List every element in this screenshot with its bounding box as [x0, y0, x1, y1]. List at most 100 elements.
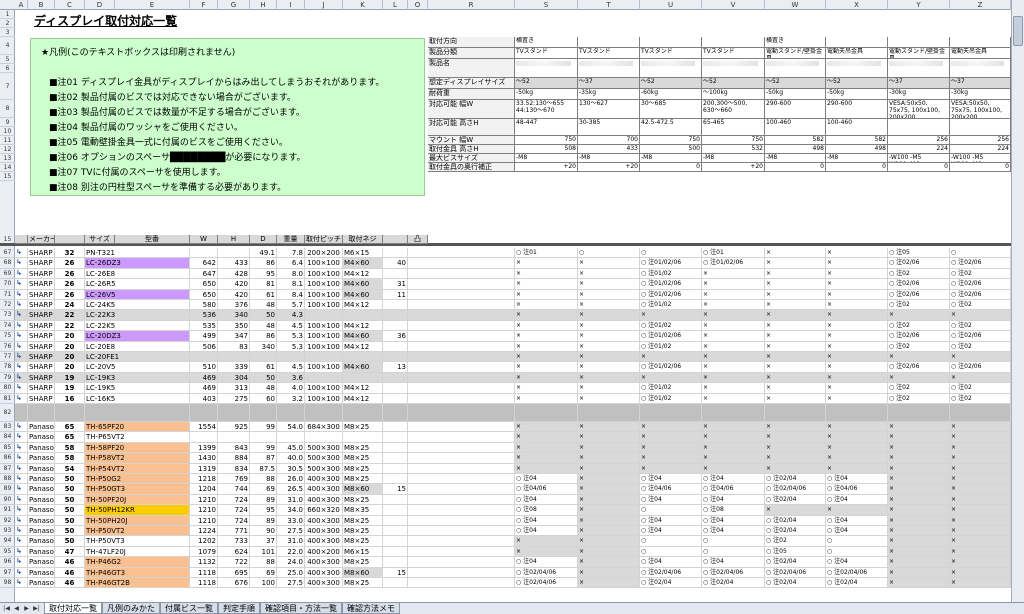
cell-blank[interactable] [408, 432, 515, 443]
cell-o[interactable]: 31 [383, 279, 408, 290]
compat-mark[interactable]: ○ 注01/02/06 [640, 289, 702, 300]
cell-model[interactable]: TH-50PH20J [85, 515, 190, 526]
row-filter-icon[interactable]: ↳ [15, 474, 28, 485]
cell-wt[interactable]: 24.0 [277, 557, 305, 568]
compat-mark[interactable]: ○ 注02/04/06 [515, 567, 578, 578]
compat-mark[interactable]: × [515, 453, 578, 464]
cell-model[interactable]: TH-58PF20 [85, 442, 190, 454]
cell-screw[interactable] [343, 404, 383, 422]
row-filter-icon[interactable]: ↳ [15, 453, 28, 464]
compat-mark[interactable]: × [826, 289, 888, 300]
compat-mark[interactable]: ○ 注02/06 [888, 289, 950, 300]
compat-mark[interactable]: × [702, 422, 765, 433]
compat-mark[interactable]: × [578, 432, 640, 443]
cell-h[interactable]: 83 [218, 341, 250, 352]
cell-screw[interactable]: M8×25 [343, 463, 383, 474]
compat-mark[interactable]: ○ 注02 [888, 320, 950, 332]
cell-blank[interactable] [408, 310, 515, 321]
compat-mark[interactable]: ○ 注02 [888, 300, 950, 311]
compat-mark[interactable]: × [640, 463, 702, 474]
cell-screw[interactable]: M8×25 [343, 442, 383, 454]
cell-wt[interactable]: 22.0 [277, 546, 305, 558]
cell-d[interactable]: 60 [250, 393, 277, 404]
compat-mark[interactable]: × [888, 484, 950, 495]
cell-screw[interactable]: M4×12 [343, 383, 383, 394]
cell-pitch[interactable] [305, 404, 343, 422]
cell-maker[interactable]: Panasonic [28, 546, 55, 558]
compat-mark[interactable]: ○ 注02/04 [826, 578, 888, 589]
row-number[interactable]: 78 [0, 362, 15, 373]
compat-mark[interactable]: × [578, 557, 640, 568]
compat-mark[interactable]: × [578, 279, 640, 290]
row-number[interactable]: 95 [0, 547, 15, 558]
row-filter-icon[interactable]: ↳ [15, 268, 28, 280]
row-number[interactable]: 3 [0, 28, 15, 37]
compat-mark[interactable]: ○ 注02/04 [765, 578, 826, 589]
cell-blank[interactable] [408, 258, 515, 269]
cell-w[interactable] [190, 352, 218, 363]
compat-mark[interactable]: ○ 注02/04/06 [640, 567, 702, 578]
cell-blank[interactable] [408, 372, 515, 384]
cell-maker[interactable]: SHARP [28, 258, 55, 269]
cell-screw[interactable]: M8×25 [343, 422, 383, 433]
cell-w[interactable] [190, 432, 218, 443]
row-filter-icon[interactable]: ↳ [15, 422, 28, 433]
compat-mark[interactable]: ○ 注02/04 [640, 578, 702, 589]
cell-size[interactable]: 20 [55, 352, 85, 363]
cell-screw[interactable]: M8×25 [343, 515, 383, 526]
cell-screw[interactable]: M8×60 [343, 567, 383, 578]
compat-mark[interactable]: × [765, 383, 826, 394]
compat-mark[interactable]: × [888, 578, 950, 589]
compat-mark[interactable]: ○ 注02/04 [765, 474, 826, 485]
compat-mark[interactable]: ○ 注05 [765, 546, 826, 558]
row-number[interactable]: 93 [0, 526, 15, 537]
compat-mark[interactable]: × [765, 463, 826, 474]
compat-mark[interactable]: × [826, 442, 888, 454]
compat-mark[interactable]: ○ 注01/02 [640, 300, 702, 311]
compat-mark[interactable]: ○ 注04 [702, 526, 765, 537]
compat-mark[interactable]: × [888, 352, 950, 363]
cell-o[interactable] [383, 505, 408, 516]
compat-mark[interactable]: ○ 注04 [640, 557, 702, 568]
row-number[interactable]: 5 [0, 55, 15, 64]
compat-mark[interactable]: ○ 注08 [702, 505, 765, 516]
cell-blank[interactable] [408, 341, 515, 352]
cell-o[interactable] [383, 463, 408, 474]
row-filter-icon[interactable]: ↳ [15, 463, 28, 474]
cell-screw[interactable]: M4×60 [343, 258, 383, 269]
compat-mark[interactable]: × [515, 536, 578, 547]
cell-pitch[interactable]: 400×300 [305, 557, 343, 568]
compat-mark[interactable]: × [888, 515, 950, 526]
cell-wt[interactable]: 8.0 [277, 268, 305, 280]
compat-mark[interactable]: ○ 注01/02 [640, 268, 702, 280]
cell-o[interactable] [383, 404, 408, 422]
row-filter-icon[interactable]: ↳ [15, 320, 28, 332]
compat-mark[interactable]: ○ 注02/06 [950, 258, 1011, 269]
compat-mark[interactable]: ○ 注02/04 [702, 578, 765, 589]
compat-mark[interactable]: × [950, 432, 1011, 443]
cell-pitch[interactable]: 100×100 [305, 331, 343, 342]
compat-mark[interactable]: ○ 注02/04/06 [765, 567, 826, 578]
cell-model[interactable] [85, 404, 190, 422]
cell-h[interactable]: 724 [218, 494, 250, 506]
cell-model[interactable]: LC-20FE1 [85, 352, 190, 363]
row-filter-icon[interactable]: ↳ [15, 341, 28, 352]
row-number[interactable]: 85 [0, 443, 15, 454]
compat-mark[interactable]: × [578, 372, 640, 384]
compat-mark[interactable]: × [888, 432, 950, 443]
cell-size[interactable]: 16 [55, 393, 85, 404]
compat-mark[interactable]: ○ [640, 546, 702, 558]
cell-pitch[interactable] [305, 352, 343, 363]
compat-mark[interactable]: × [950, 505, 1011, 516]
cell-maker[interactable]: Panasonic [28, 578, 55, 589]
row-filter-icon[interactable]: ↳ [15, 279, 28, 290]
compat-mark[interactable]: ○ 注04 [826, 474, 888, 485]
cell-screw[interactable]: M8×25 [343, 526, 383, 537]
compat-mark[interactable]: ○ 注02 [888, 268, 950, 280]
compat-mark[interactable]: ○ 注01/02 [640, 320, 702, 332]
cell-wt[interactable]: 3.2 [277, 393, 305, 404]
compat-mark[interactable]: × [578, 310, 640, 321]
row-number[interactable]: 12 [0, 145, 15, 154]
row-number[interactable]: 97 [0, 568, 15, 578]
cell-screw[interactable]: M4×12 [343, 341, 383, 352]
